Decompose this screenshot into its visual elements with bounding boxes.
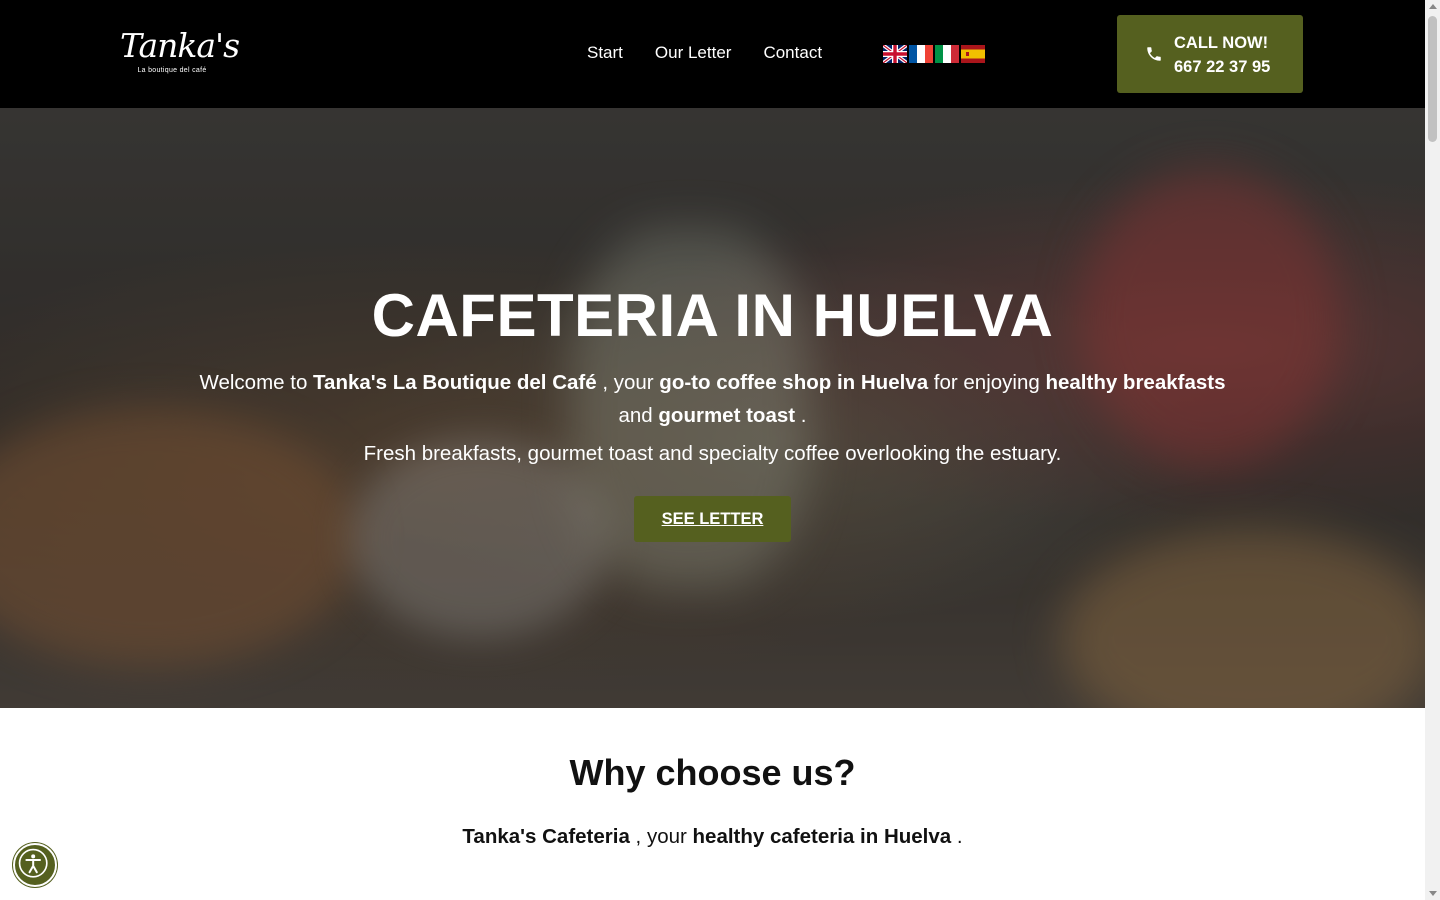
scroll-down-arrow-icon[interactable] bbox=[1429, 891, 1437, 896]
call-now-label: CALL NOW! bbox=[1174, 34, 1269, 52]
hero-subtitle: Fresh breakfasts, gourmet toast and spec… bbox=[363, 442, 1062, 465]
flag-uk-icon[interactable] bbox=[883, 45, 907, 63]
why-highlight: healthy cafeteria in Huelva bbox=[692, 825, 952, 848]
why-title: Why choose us? bbox=[569, 752, 856, 793]
intro-text: for enjoying bbox=[928, 371, 1046, 394]
intro-highlight: go-to coffee shop in Huelva bbox=[659, 371, 929, 394]
scroll-up-arrow-icon[interactable] bbox=[1429, 4, 1437, 9]
accessibility-icon bbox=[18, 848, 48, 878]
intro-text: , your bbox=[596, 371, 660, 394]
main-nav: Start Our Letter Contact bbox=[587, 42, 854, 66]
logo[interactable]: Tanka's La boutique del café bbox=[120, 26, 240, 84]
nav-item-contact[interactable]: Contact bbox=[763, 42, 822, 66]
hero-section: CAFETERIA IN HUELVA Welcome to Tanka's L… bbox=[0, 108, 1425, 708]
intro-text: Welcome to bbox=[199, 371, 314, 394]
site-header: Tanka's La boutique del café Start Our L… bbox=[0, 0, 1425, 108]
intro-text: . bbox=[795, 404, 807, 427]
nav-item-start[interactable]: Start bbox=[587, 42, 623, 66]
flag-es-icon[interactable] bbox=[961, 45, 985, 63]
phone-number: 667 22 37 95 bbox=[1174, 58, 1271, 76]
intro-highlight: gourmet toast bbox=[658, 404, 796, 427]
logo-tagline: La boutique del café bbox=[137, 67, 207, 74]
page-scrollbar[interactable] bbox=[1425, 0, 1440, 900]
why-brand: Tanka's Cafeteria bbox=[462, 825, 630, 848]
accessibility-button[interactable] bbox=[13, 843, 57, 887]
intro-text: and bbox=[618, 404, 659, 427]
why-text: , your bbox=[629, 825, 693, 848]
phone-icon bbox=[1147, 47, 1161, 61]
hero-intro: Welcome to Tanka's La Boutique del Café … bbox=[150, 366, 1275, 432]
intro-highlight: healthy breakfasts bbox=[1045, 371, 1226, 394]
flag-it-icon[interactable] bbox=[935, 45, 959, 63]
scrollbar-thumb[interactable] bbox=[1428, 16, 1437, 142]
call-now-text: CALL NOW! 667 22 37 95 bbox=[1174, 31, 1270, 79]
why-line: Tanka's Cafeteria , your healthy cafeter… bbox=[0, 823, 1425, 851]
hero-title: CAFETERIA IN HUELVA bbox=[371, 282, 1054, 349]
flag-fr-icon[interactable] bbox=[909, 45, 933, 63]
language-switcher bbox=[883, 45, 985, 63]
see-letter-button[interactable]: SEE LETTER bbox=[634, 496, 791, 542]
call-now-button[interactable]: CALL NOW! 667 22 37 95 bbox=[1117, 15, 1303, 93]
intro-brand: Tanka's La Boutique del Café bbox=[313, 371, 597, 394]
why-text: . bbox=[951, 825, 963, 848]
why-choose-us-section: Why choose us? Tanka's Cafeteria , your … bbox=[0, 708, 1425, 900]
logo-script: Tanka's bbox=[120, 26, 240, 65]
nav-item-our-letter[interactable]: Our Letter bbox=[655, 42, 732, 66]
